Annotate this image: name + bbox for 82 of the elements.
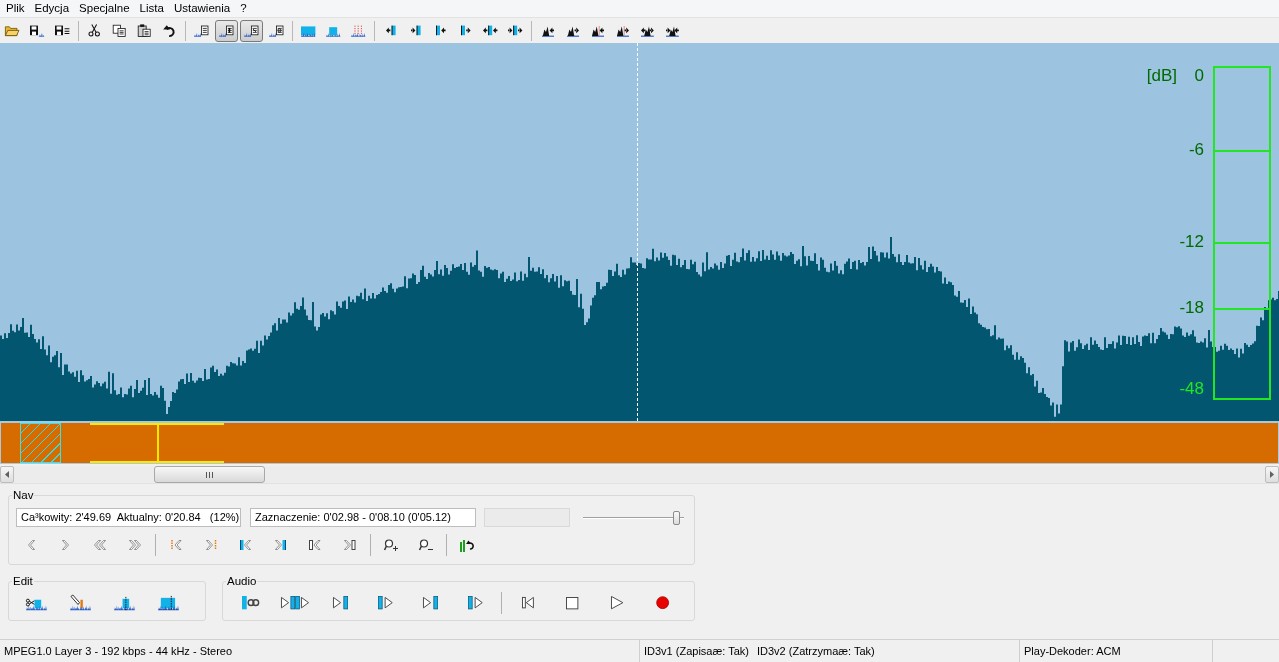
arrow-left-icon — [5, 471, 9, 478]
status-text: Play-Dekoder: ACM — [1024, 644, 1121, 658]
zoom-out-icon — [418, 539, 433, 551]
marker-chevron-left-icon — [171, 540, 182, 550]
wave-page-icon — [244, 24, 259, 37]
play-icon — [611, 596, 624, 610]
menu-item[interactable]: ? — [235, 0, 252, 17]
save-icon — [30, 24, 45, 37]
menu-item[interactable]: Specjalne — [74, 0, 135, 17]
paste-icon — [137, 24, 152, 37]
bar-chevron-left-icon — [240, 540, 252, 550]
record-icon — [655, 596, 670, 610]
double-chevron-left-icon — [94, 540, 107, 550]
time-field: Ca³kowity: 2'49.69 Aktualny: 0'20.84 (12%) — [16, 508, 241, 527]
db-scale-label: -12 — [1179, 232, 1204, 252]
arrow-bar-arrow-icon — [483, 24, 498, 37]
selection-region — [20, 423, 61, 463]
menu-item[interactable]: Ustawienia — [168, 0, 236, 17]
db-scale-label: 0 — [1194, 66, 1204, 86]
wave-arrow-icon — [591, 24, 604, 37]
bar-play-icon — [467, 596, 484, 610]
save-list-icon — [55, 24, 70, 37]
slider-thumb[interactable] — [673, 510, 681, 525]
db-scale-label: -6 — [1188, 140, 1204, 160]
frame-chevron-left-icon — [309, 540, 321, 550]
pencil-wave-icon — [69, 595, 91, 611]
group-label: Audio — [226, 574, 258, 588]
playhead[interactable] — [157, 423, 160, 463]
status-text: MPEG1.0 Layer 3 - 192 kbps - 44 kHz - Stereo — [4, 644, 233, 658]
arrow-bar-arrow-icon — [508, 24, 523, 37]
chevron-bar-right-icon — [274, 540, 286, 550]
scroll-left-button[interactable] — [0, 466, 14, 483]
arrow-bar-icon — [385, 24, 396, 37]
wave-page-icon — [219, 24, 234, 37]
db-scale-label: -48 — [1179, 379, 1204, 399]
double-chevron-right-icon — [129, 540, 142, 550]
db-unit-label: [dB] — [1146, 66, 1177, 86]
bar-loop-icon — [241, 596, 260, 610]
undo-icon — [162, 24, 177, 37]
wave-marker-icon — [351, 24, 366, 37]
arrow-right-icon — [1270, 471, 1274, 478]
scissors-icon — [87, 24, 102, 37]
wave-arrow-icon — [616, 24, 629, 37]
arrow-bar-icon — [410, 24, 421, 37]
group-label: Edit — [12, 574, 34, 588]
menu-item[interactable]: Edycja — [29, 0, 75, 17]
wave-block-icon — [157, 595, 179, 611]
chevron-left-icon — [27, 540, 35, 550]
play-bar-icon — [333, 596, 348, 610]
bar-arrow-icon — [435, 24, 446, 37]
wave-block-icon — [326, 24, 341, 37]
scrollbar-thumb[interactable] — [154, 466, 265, 483]
wave-block-icon — [301, 24, 316, 37]
play-bars-play-icon — [281, 596, 310, 610]
chevron-frame-right-icon — [343, 540, 356, 550]
copy-icon — [112, 24, 127, 37]
status-text: ID3v2 (Zatrzymaæ: Tak) — [756, 644, 875, 658]
grip-icon — [206, 471, 213, 478]
wave-arrow-icon — [566, 24, 579, 37]
wave-page-icon — [269, 24, 284, 37]
toolbar-button[interactable] — [215, 19, 238, 42]
bars-undo-icon — [460, 538, 475, 552]
menu-item[interactable]: Plik — [1, 0, 30, 17]
scroll-right-button[interactable] — [1265, 466, 1279, 483]
status-text: ID3v1 (Zapisaæ: Tak) — [644, 644, 749, 658]
toolbar-button[interactable] — [240, 19, 263, 42]
wave-page-icon — [194, 24, 209, 37]
zoom-in-icon — [384, 539, 399, 551]
wave-arrow-icon — [541, 24, 554, 37]
group-label: Nav — [12, 488, 35, 502]
stop-icon — [566, 596, 579, 610]
play-bar-icon — [423, 596, 438, 610]
folder-icon — [5, 24, 20, 37]
db-scale-label: -18 — [1179, 298, 1204, 318]
chevron-right-icon — [62, 540, 70, 550]
bar-arrow-icon — [460, 24, 471, 37]
menu-item[interactable]: Lista — [134, 0, 169, 17]
chevron-marker-right-icon — [206, 540, 217, 550]
wave-marker-icon — [113, 595, 135, 611]
bar-play-icon — [377, 596, 394, 610]
skip-back-icon — [521, 596, 534, 610]
selection-field: Zaznaczenie: 0'02.98 - 0'08.10 (0'05.12) — [250, 508, 476, 527]
